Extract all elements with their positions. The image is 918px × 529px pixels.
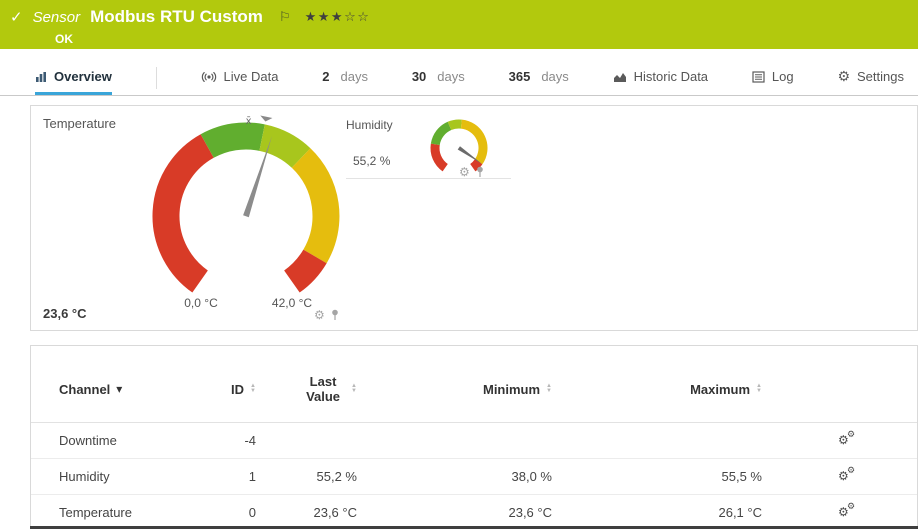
sensor-title: Modbus RTU Custom (90, 7, 263, 26)
channel-settings-icon[interactable]: ⚙ ⚙ (838, 465, 855, 483)
log-icon (752, 70, 765, 83)
tab-live-data[interactable]: Live Data (201, 61, 279, 95)
channel-name: Humidity (59, 469, 110, 484)
stars-filled[interactable]: ★★★ (305, 9, 344, 24)
channels-table: Channel ▾ ID ▲ ▼ Last Value ▲ ▼ Minimum ▲ ▼ Max… (31, 362, 917, 527)
column-header-maximum[interactable]: Maximum (690, 382, 750, 397)
temperature-gauge: x̄ (152, 115, 340, 293)
tab-log[interactable]: Log (752, 61, 794, 95)
tab-live-data-label: Live Data (223, 69, 279, 84)
sort-icon[interactable]: ▲ ▼ (351, 383, 357, 394)
channel-last-value: 23,6 °C (313, 505, 357, 520)
sensor-status-text: OK (55, 32, 73, 46)
svg-text:x̄: x̄ (246, 116, 252, 127)
column-header-channel[interactable]: Channel (59, 382, 110, 397)
tab-30-days-unit: days (437, 69, 465, 84)
settings-gear-icon: ⚙ (837, 68, 850, 84)
temperature-pin-icon[interactable] (330, 309, 340, 321)
temperature-last-value: 23,6 °C (43, 306, 87, 321)
temperature-gauge-label: Temperature (43, 116, 116, 131)
tab-2-days-unit: days (340, 69, 368, 84)
tab-365-days-number: 365 (508, 69, 531, 84)
channel-maximum: 55,5 % (721, 469, 762, 484)
tab-historic-data[interactable]: Historic Data (613, 61, 708, 95)
status-check-icon: ✓ (10, 9, 23, 26)
temperature-tile-icons: ⚙ (314, 308, 340, 322)
channel-last-value (266, 423, 371, 459)
table-row-downtime: Downtime -4 ⚙ ⚙ (31, 423, 917, 459)
humidity-gauge-label: Humidity (346, 118, 393, 132)
overview-icon (36, 71, 46, 82)
tab-overview[interactable]: Overview (35, 61, 112, 95)
channels-panel: Channel ▾ ID ▲ ▼ Last Value ▲ ▼ Minimum ▲ ▼ Max… (30, 345, 918, 527)
tab-2-days[interactable]: 2 days (322, 61, 368, 95)
historic-data-icon (613, 72, 626, 82)
channel-settings-icon[interactable]: ⚙ ⚙ (838, 501, 855, 519)
humidity-last-value: 55,2 % (353, 154, 391, 168)
flag-icon[interactable]: ⚐ (279, 9, 291, 25)
tab-2-days-number: 2 (322, 69, 330, 84)
humidity-gauge-settings-icon[interactable]: ⚙ (459, 165, 470, 179)
channel-maximum: 26,1 °C (718, 505, 762, 520)
column-header-last-value[interactable]: Last Value (301, 374, 345, 404)
channel-id: -4 (244, 433, 256, 448)
channel-last-value: 55,2 % (316, 469, 357, 484)
sensor-header: ✓ Sensor Modbus RTU Custom ⚐ ★★★☆☆ OK (0, 0, 918, 49)
tab-historic-data-label: Historic Data (633, 69, 709, 84)
sensor-type-label: Sensor (32, 8, 81, 26)
table-header-row: Channel ▾ ID ▲ ▼ Last Value ▲ ▼ Minimum ▲ ▼ Max… (31, 362, 917, 423)
tab-log-label: Log (771, 69, 794, 84)
priority-stars[interactable]: ★★★☆☆ (305, 9, 371, 25)
sort-icon[interactable]: ▲ ▼ (756, 383, 762, 394)
sensor-header-line: ✓ Sensor Modbus RTU Custom ⚐ ★★★☆☆ (0, 0, 918, 27)
gauges-panel: Temperature x̄ 0,0 °C 42,0 °C 23,6 °C ⚙ … (30, 105, 918, 331)
channel-settings-icon[interactable]: ⚙ ⚙ (838, 429, 855, 447)
channel-minimum: 38,0 % (511, 469, 552, 484)
live-data-icon (201, 71, 216, 82)
channel-id: 0 (248, 505, 256, 520)
humidity-pin-icon[interactable] (475, 166, 485, 178)
channel-id: 1 (248, 469, 256, 484)
tab-settings[interactable]: ⚙ Settings (837, 61, 904, 95)
tab-bar: Overview Live Data 2 days 30 days 365 days … (0, 61, 918, 95)
temperature-gauge-min-label: 0,0 °C (184, 296, 218, 310)
channel-name: Temperature (59, 505, 132, 520)
channel-minimum (371, 423, 566, 459)
humidity-tile-icons: ⚙ (459, 165, 485, 179)
temperature-gauge-settings-icon[interactable]: ⚙ (314, 308, 325, 322)
humidity-tile-divider (346, 178, 511, 179)
channel-dropdown-icon[interactable]: ▾ (116, 382, 122, 396)
tab-overview-label: Overview (54, 69, 112, 84)
table-row-temperature: Temperature 0 23,6 °C 23,6 °C 26,1 °C ⚙ ⚙ (31, 495, 917, 528)
column-header-id[interactable]: ID (231, 382, 244, 397)
channel-maximum (566, 423, 776, 459)
channel-minimum: 23,6 °C (508, 505, 552, 520)
tab-divider (155, 67, 157, 89)
table-row-humidity: Humidity 1 55,2 % 38,0 % 55,5 % ⚙ ⚙ (31, 459, 917, 495)
column-header-minimum[interactable]: Minimum (483, 382, 540, 397)
channel-name: Downtime (59, 433, 117, 448)
sort-icon[interactable]: ▲ ▼ (546, 383, 552, 394)
tabbar-divider-line (0, 95, 918, 96)
tab-settings-label: Settings (857, 69, 904, 84)
stars-empty[interactable]: ☆☆ (344, 9, 370, 24)
tab-30-days-number: 30 (411, 69, 427, 84)
tab-365-days-unit: days (541, 69, 569, 84)
tab-365-days[interactable]: 365 days (509, 61, 569, 95)
tab-30-days[interactable]: 30 days (412, 61, 465, 95)
sort-icon[interactable]: ▲ ▼ (250, 383, 256, 394)
